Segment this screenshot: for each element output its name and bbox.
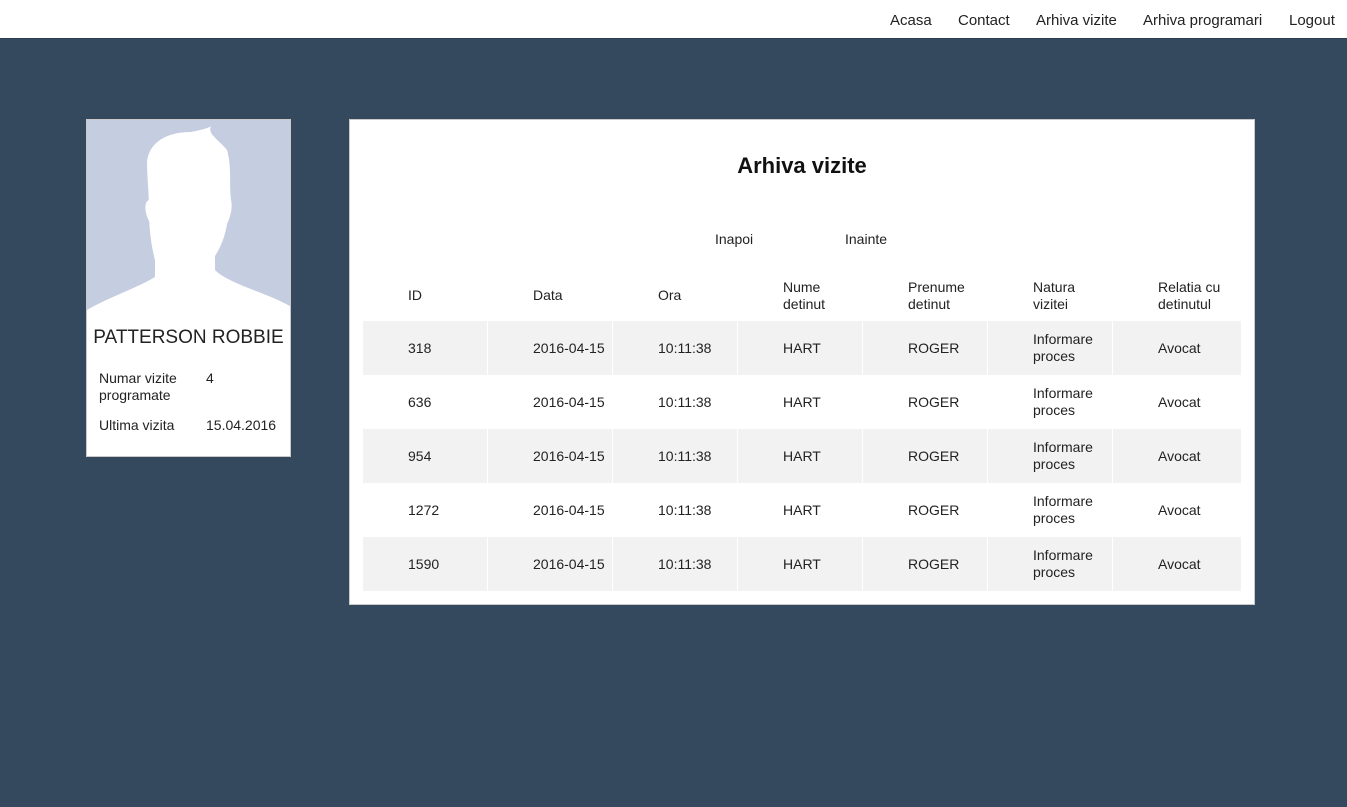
table-cell-id: 1272 bbox=[363, 483, 488, 537]
top-navbar: Acasa Contact Arhiva vizite Arhiva progr… bbox=[0, 0, 1347, 39]
table-body: 318 2016-04-15 10:11:38 HART ROGER Infor… bbox=[363, 321, 1241, 591]
column-header-visit-type: Natura vizitei bbox=[1033, 278, 1076, 312]
pager-prev-link[interactable]: Inapoi bbox=[715, 231, 753, 247]
table-cell-time: 10:11:38 bbox=[613, 429, 738, 483]
table-cell-inmate-last-name: HART bbox=[738, 321, 863, 375]
nav-link-logout[interactable]: Logout bbox=[1289, 12, 1335, 29]
table-cell-visit-type: Informare proces bbox=[988, 375, 1113, 429]
table-cell-time: 10:11:38 bbox=[613, 375, 738, 429]
column-header-inmate-first-name: Prenume detinut bbox=[908, 278, 965, 312]
pager-next-link[interactable]: Inainte bbox=[845, 231, 887, 247]
page-title: Arhiva vizite bbox=[737, 153, 867, 178]
stat-value-visits-scheduled: 4 bbox=[206, 370, 214, 386]
table-cell-date: 2016-04-15 bbox=[488, 429, 613, 483]
table-cell-id: 954 bbox=[363, 429, 488, 483]
table-cell-inmate-first-name: ROGER bbox=[863, 537, 988, 591]
table-cell-inmate-last-name: HART bbox=[738, 537, 863, 591]
table-cell-relation: Avocat bbox=[1158, 501, 1201, 518]
stat-value-last-visit: 15.04.2016 bbox=[206, 417, 277, 433]
profile-card: PATTERSON ROBBIE Numar vizite programate… bbox=[86, 119, 291, 457]
avatar bbox=[87, 120, 290, 316]
visits-table: ID Data Ora Nume detinut Prenume detinut… bbox=[363, 270, 1241, 591]
table-cell-relation: Avocat bbox=[1158, 447, 1201, 464]
table-cell-relation: Avocat bbox=[1158, 393, 1201, 410]
table-cell-inmate-first-name: ROGER bbox=[863, 321, 988, 375]
table-row: 1272 2016-04-15 10:11:38 HART ROGER Info… bbox=[363, 483, 1241, 537]
column-header-time: Ora bbox=[658, 287, 682, 303]
table-cell-date: 2016-04-15 bbox=[488, 483, 613, 537]
table-cell-date: 2016-04-15 bbox=[488, 321, 613, 375]
table-cell-inmate-last-name: HART bbox=[738, 375, 863, 429]
column-header-date: Data bbox=[533, 287, 563, 303]
table-cell-time: 10:11:38 bbox=[613, 321, 738, 375]
visits-archive-panel: Arhiva vizite Inapoi Inainte ID Data Ora… bbox=[349, 119, 1255, 605]
table-cell-time: 10:11:38 bbox=[613, 483, 738, 537]
table-cell-inmate-first-name: ROGER bbox=[863, 429, 988, 483]
nav-link-acasa[interactable]: Acasa bbox=[890, 12, 932, 29]
table-cell-id: 1590 bbox=[363, 537, 488, 591]
column-header-inmate-last-name: Nume detinut bbox=[783, 278, 826, 312]
table-cell-inmate-first-name: ROGER bbox=[863, 375, 988, 429]
table-row: 954 2016-04-15 10:11:38 HART ROGER Infor… bbox=[363, 429, 1241, 483]
table-cell-date: 2016-04-15 bbox=[488, 375, 613, 429]
table-cell-inmate-last-name: HART bbox=[738, 483, 863, 537]
nav-link-arhiva-vizite[interactable]: Arhiva vizite bbox=[1036, 12, 1117, 29]
table-cell-visit-type: Informare proces bbox=[988, 429, 1113, 483]
table-cell-relation: Avocat bbox=[1158, 555, 1201, 572]
table-cell-time: 10:11:38 bbox=[613, 537, 738, 591]
nav-link-contact[interactable]: Contact bbox=[958, 12, 1010, 29]
profile-name: PATTERSON ROBBIE bbox=[93, 327, 284, 348]
table-row: 1590 2016-04-15 10:11:38 HART ROGER Info… bbox=[363, 537, 1241, 591]
table-cell-date: 2016-04-15 bbox=[488, 537, 613, 591]
table-cell-visit-type: Informare proces bbox=[988, 483, 1113, 537]
table-row: 636 2016-04-15 10:11:38 HART ROGER Infor… bbox=[363, 375, 1241, 429]
column-header-relation: Relatia cu detinutul bbox=[1158, 278, 1221, 312]
stat-label-last-visit: Ultima vizita bbox=[99, 417, 175, 433]
table-cell-inmate-first-name: ROGER bbox=[863, 483, 988, 537]
stat-label-visits-scheduled: Numar vizite programate bbox=[99, 370, 177, 403]
person-silhouette-icon bbox=[87, 126, 290, 316]
table-cell-relation: Avocat bbox=[1158, 339, 1201, 356]
table-cell-id: 318 bbox=[363, 321, 488, 375]
nav-link-arhiva-programari[interactable]: Arhiva programari bbox=[1143, 12, 1262, 29]
column-header-id: ID bbox=[408, 287, 422, 303]
table-cell-inmate-last-name: HART bbox=[738, 429, 863, 483]
table-cell-visit-type: Informare proces bbox=[988, 321, 1113, 375]
table-cell-id: 636 bbox=[363, 375, 488, 429]
table-row: 318 2016-04-15 10:11:38 HART ROGER Infor… bbox=[363, 321, 1241, 375]
table-cell-visit-type: Informare proces bbox=[988, 537, 1113, 591]
table-header-row: ID Data Ora Nume detinut Prenume detinut… bbox=[363, 270, 1241, 321]
